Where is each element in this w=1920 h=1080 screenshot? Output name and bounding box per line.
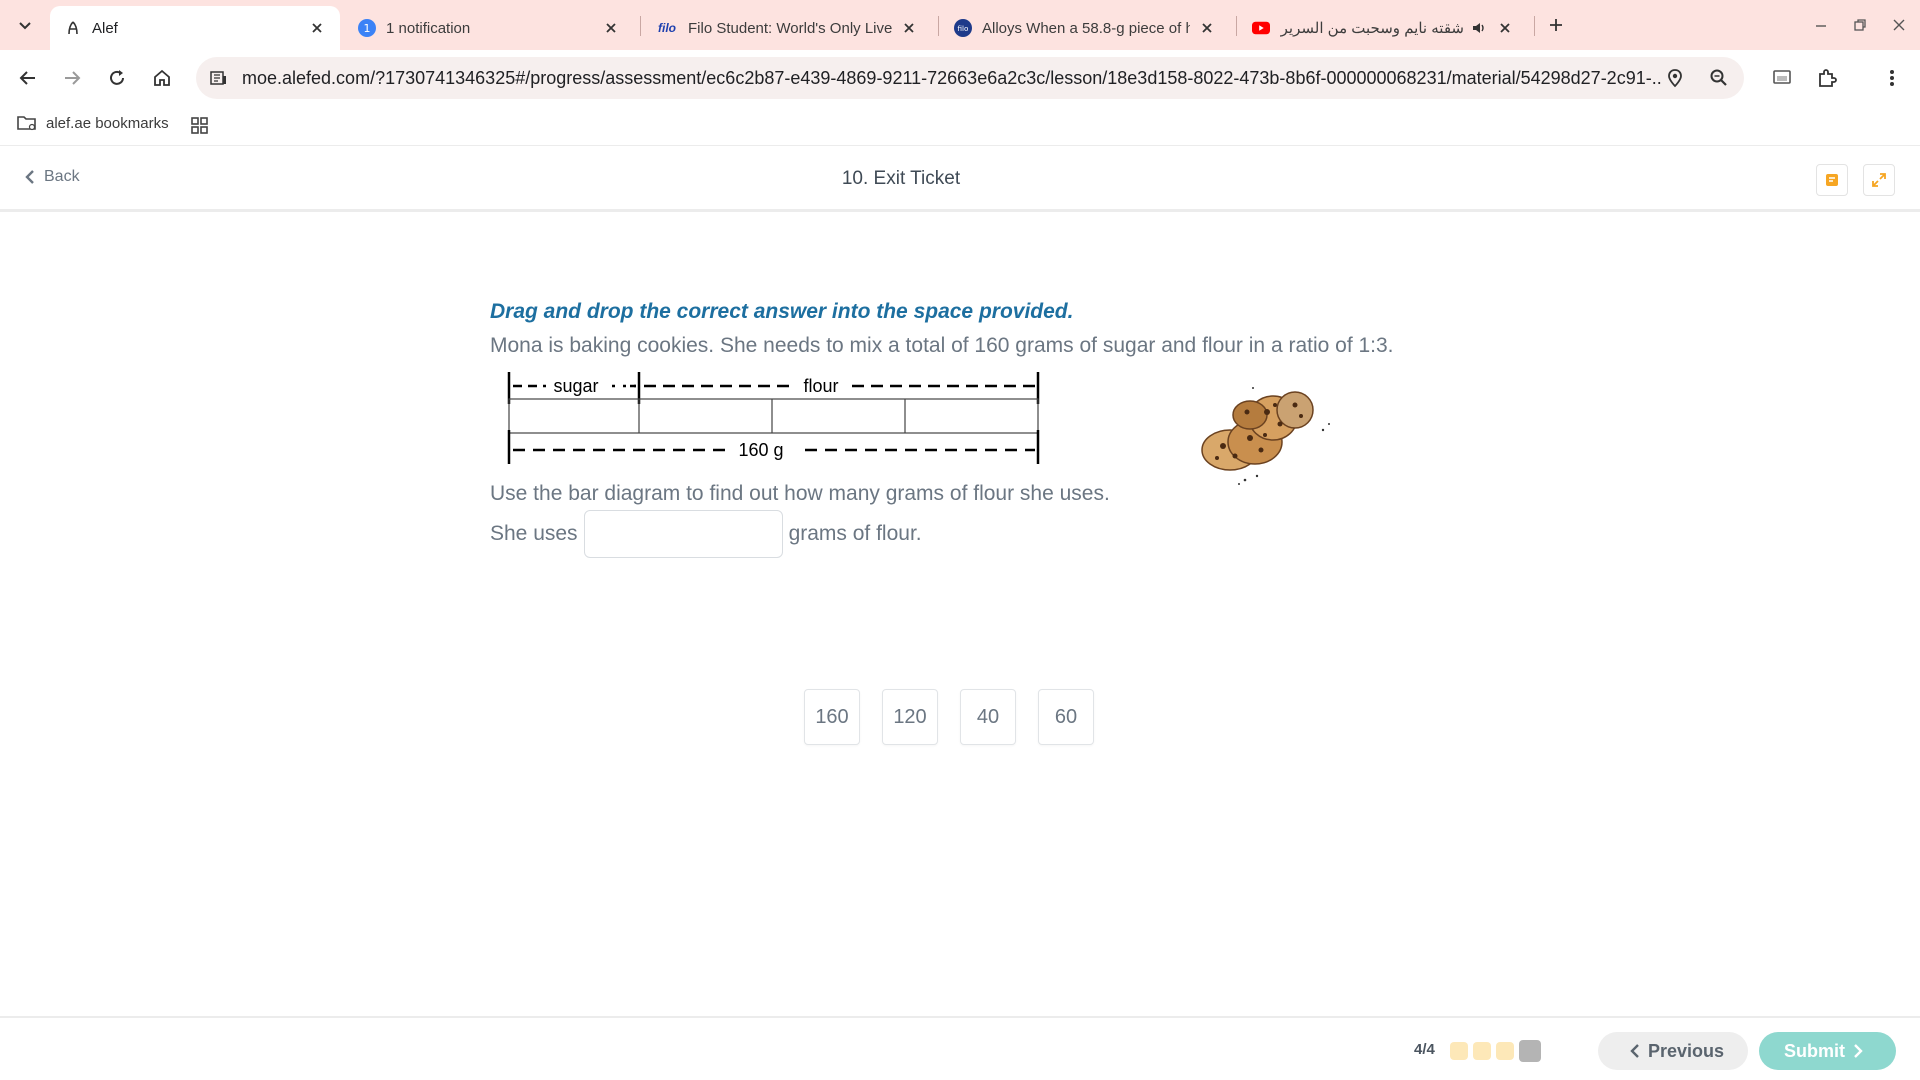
tab-filo-alloys[interactable]: filo Alloys When a 58.8-g piece of h	[940, 6, 1230, 50]
diagram-label-sugar: sugar	[553, 376, 598, 396]
tab-search-dropdown-icon[interactable]	[12, 12, 38, 38]
tab-title: Filo Student: World's Only Live I	[688, 19, 892, 37]
bookmarks-bar: alef.ae bookmarks	[0, 106, 1920, 146]
bookmark-label: alef.ae bookmarks	[46, 114, 169, 132]
close-tab-icon[interactable]	[308, 19, 326, 37]
zoom-icon[interactable]	[1706, 65, 1732, 91]
submit-button[interactable]: Submit	[1759, 1032, 1896, 1070]
menu-kebab-icon[interactable]	[1876, 62, 1908, 94]
notes-icon	[1826, 174, 1838, 186]
question-instruction: Drag and drop the correct answer into th…	[490, 300, 1074, 323]
choice-chip-160[interactable]: 160	[804, 689, 860, 745]
filo-circle-logo-text: filo	[958, 24, 969, 33]
tab-filo-student[interactable]: filo Filo Student: World's Only Live I	[642, 6, 932, 50]
cookies-image	[1201, 387, 1330, 485]
new-tab-icon[interactable]	[1543, 12, 1569, 38]
tab-title: شقته نايم وسحبت من السرير	[1280, 20, 1464, 37]
progress-dot[interactable]	[1496, 1042, 1514, 1060]
choice-chip-40[interactable]: 40	[960, 689, 1016, 745]
apps-grid-icon[interactable]	[190, 116, 210, 141]
tab-strip: Alef 1 1 notification filo Filo Student:…	[0, 0, 1920, 50]
expand-icon	[1872, 173, 1886, 187]
tab-title: Alloys When a 58.8-g piece of h	[982, 19, 1190, 37]
tab-title: Alef	[92, 19, 118, 37]
previous-label: Previous	[1647, 1040, 1725, 1061]
back-arrow-icon[interactable]	[12, 62, 44, 94]
notification-badge-icon: 1	[358, 19, 376, 37]
home-icon[interactable]	[146, 62, 178, 94]
tab-separator	[1236, 16, 1237, 36]
tab-separator	[938, 16, 939, 36]
url-text: moe.alefed.com/?1730741346325#/progress/…	[242, 67, 1662, 88]
location-pin-icon[interactable]	[1662, 65, 1688, 91]
youtube-icon	[1252, 19, 1270, 37]
tab-separator	[1534, 16, 1535, 36]
notification-badge-count: 1	[364, 22, 371, 35]
choice-chip-120[interactable]: 120	[882, 689, 938, 745]
answer-drop-zone[interactable]	[583, 510, 783, 558]
cast-icon[interactable]	[1766, 62, 1798, 94]
tab-title: 1 notification	[386, 19, 471, 37]
bar-diagram: sugar flour 160 g	[507, 372, 1040, 464]
tab-youtube[interactable]: شقته نايم وسحبت من السرير	[1238, 6, 1528, 50]
minimize-icon[interactable]	[1806, 10, 1836, 40]
address-bar[interactable]: moe.alefed.com/?1730741346325#/progress/…	[196, 57, 1744, 99]
speaker-icon[interactable]	[1470, 19, 1488, 37]
close-tab-icon[interactable]	[1198, 19, 1216, 37]
reload-icon[interactable]	[101, 62, 133, 94]
forward-arrow-icon[interactable]	[56, 62, 88, 94]
filo-circle-logo-icon: filo	[954, 19, 972, 37]
previous-button[interactable]: Previous	[1598, 1032, 1748, 1070]
tab-separator	[640, 16, 641, 36]
answer-prefix: She uses	[490, 522, 578, 545]
bookmark-folder-alef[interactable]: alef.ae bookmarks	[16, 114, 169, 132]
progress-counter: 4/4	[1414, 1041, 1435, 1058]
tab-alef[interactable]: Alef	[50, 6, 340, 50]
submit-label: Submit	[1784, 1040, 1845, 1061]
chevron-left-icon	[1630, 1044, 1639, 1058]
question-text: Mona is baking cookies. She needs to mix…	[490, 334, 1394, 357]
question-prompt: Use the bar diagram to find out how many…	[490, 482, 1110, 505]
lesson-header: Back 10. Exit Ticket	[0, 146, 1920, 212]
site-info-icon[interactable]	[204, 64, 232, 92]
page-title: 10. Exit Ticket	[841, 168, 961, 189]
close-tab-icon[interactable]	[900, 19, 918, 37]
tab-notification[interactable]: 1 1 notification	[344, 6, 634, 50]
progress-dot[interactable]	[1473, 1042, 1491, 1060]
close-tab-icon[interactable]	[1496, 19, 1514, 37]
progress-dot[interactable]	[1450, 1042, 1468, 1060]
answer-sentence: She uses grams of flour.	[490, 510, 922, 558]
fullscreen-button[interactable]	[1863, 164, 1895, 196]
filo-logo-icon: filo	[658, 21, 676, 35]
progress-dot-current[interactable]	[1519, 1040, 1541, 1062]
folder-settings-icon	[17, 116, 36, 131]
notes-button[interactable]	[1816, 164, 1848, 196]
chevron-right-icon	[1854, 1044, 1863, 1058]
alef-logo-icon	[64, 19, 82, 37]
restore-icon[interactable]	[1845, 10, 1875, 40]
diagram-bar	[508, 398, 1039, 434]
close-window-icon[interactable]	[1884, 10, 1914, 40]
answer-choices: 160 120 40 60	[804, 689, 1116, 745]
assessment-footer: 4/4 Previous Submit	[0, 1016, 1920, 1080]
choice-chip-60[interactable]: 60	[1038, 689, 1094, 745]
answer-suffix: grams of flour.	[788, 522, 922, 545]
diagram-label-flour: flour	[803, 376, 838, 396]
diagram-label-total: 160 g	[738, 440, 783, 460]
close-tab-icon[interactable]	[602, 19, 620, 37]
extensions-icon[interactable]	[1811, 62, 1843, 94]
browser-toolbar: moe.alefed.com/?1730741346325#/progress/…	[0, 50, 1920, 106]
